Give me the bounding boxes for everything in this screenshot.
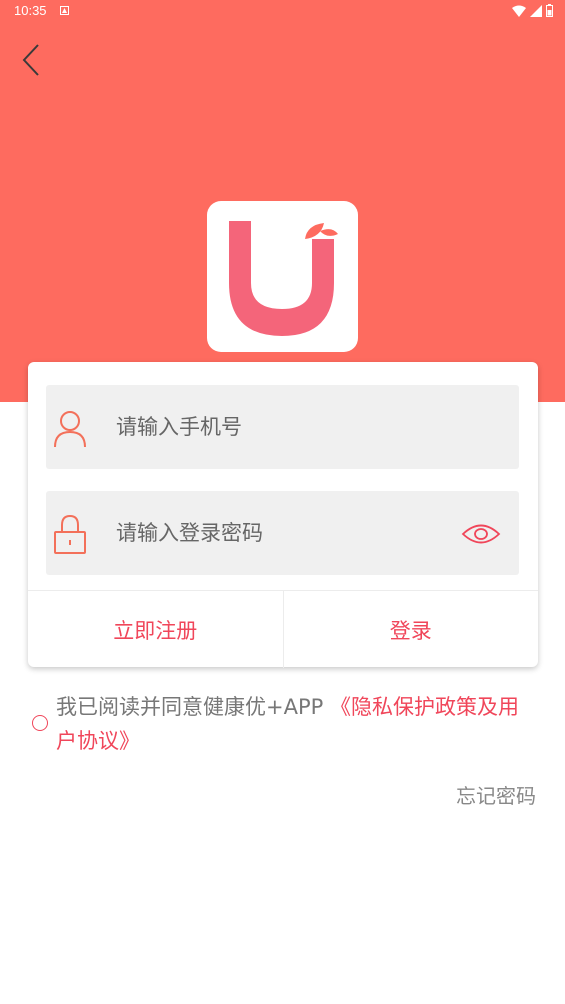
app-logo <box>207 201 358 352</box>
agreement-prefix: 我已阅读并同意健康优+APP <box>56 695 330 719</box>
register-button[interactable]: 立即注册 <box>28 591 283 668</box>
phone-input[interactable] <box>116 385 446 469</box>
status-bar: 10:35 <box>0 0 565 24</box>
forgot-password-link[interactable]: 忘记密码 <box>456 780 536 809</box>
login-button[interactable]: 登录 <box>284 591 539 668</box>
wifi-icon <box>512 5 526 17</box>
logo-icon <box>229 221 338 336</box>
battery-icon <box>546 4 553 17</box>
notification-icon <box>60 6 69 15</box>
password-input[interactable] <box>116 491 446 575</box>
agreement-text: 我已阅读并同意健康优+APP 《隐私保护政策及用户协议》 <box>56 690 536 758</box>
agreement-checkbox[interactable] <box>32 715 48 731</box>
status-icons <box>512 4 553 17</box>
chevron-left-icon <box>22 44 39 76</box>
card-actions: 立即注册 登录 <box>28 590 538 668</box>
eye-icon[interactable] <box>461 519 501 549</box>
lock-icon <box>54 514 86 554</box>
login-screen: 10:35 请输入手机号 立即注册 登录 我已阅读并同意健康优+APP 《隐私保… <box>0 0 565 1004</box>
signal-icon <box>530 4 542 17</box>
login-card: 立即注册 登录 <box>28 362 538 668</box>
phone-field <box>46 385 519 469</box>
status-time: 10:35 <box>14 3 47 18</box>
password-field <box>46 491 519 575</box>
back-button[interactable] <box>14 40 50 80</box>
user-icon <box>54 411 86 448</box>
